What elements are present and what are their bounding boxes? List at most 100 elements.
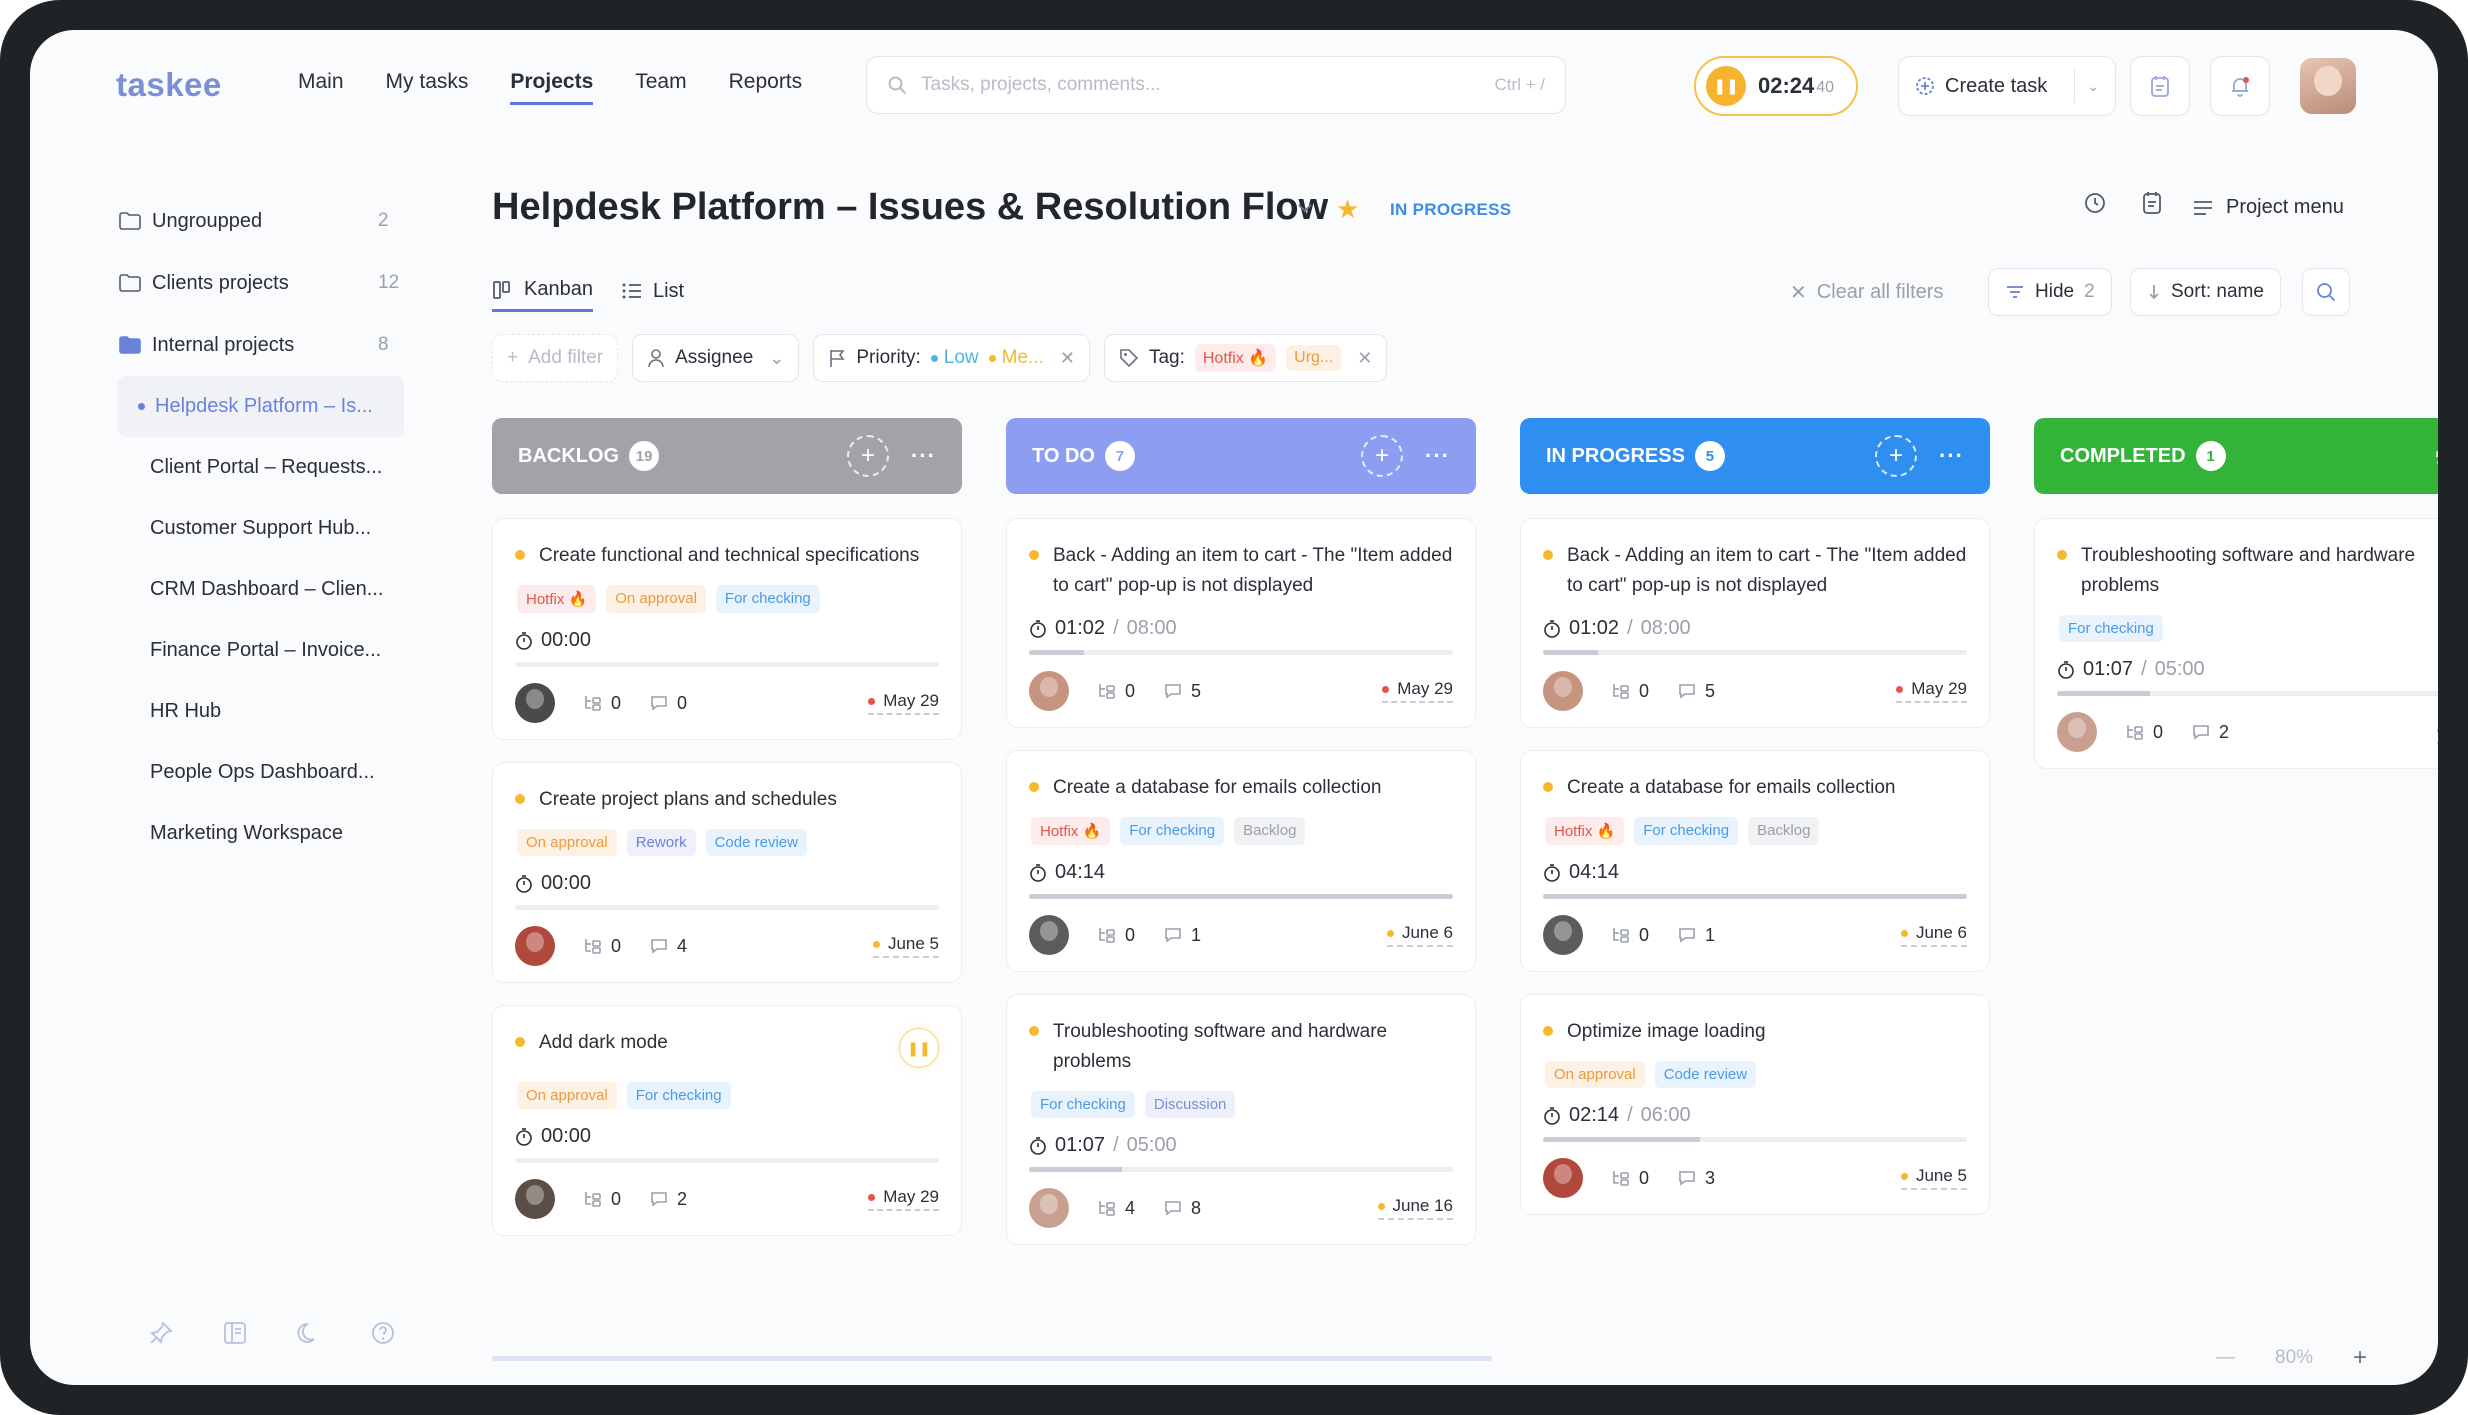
add-task-icon[interactable]: + bbox=[1875, 435, 1918, 477]
clear-filters-button[interactable]: ✕ Clear all filters bbox=[1790, 280, 1943, 305]
notifications-button[interactable] bbox=[2210, 56, 2270, 116]
pause-icon[interactable]: ❚❚ bbox=[1706, 66, 1746, 106]
sidebar-folder[interactable]: Clients projects 12 bbox=[30, 252, 430, 314]
priority-filter[interactable]: Priority: Low Me... ✕ bbox=[813, 334, 1090, 382]
sort-button[interactable]: Sort: name bbox=[2130, 268, 2281, 316]
chevron-down-icon[interactable]: ⌄ bbox=[2074, 69, 2099, 103]
assignee-avatar[interactable] bbox=[515, 683, 555, 723]
search-shortcut: Ctrl + / bbox=[1494, 75, 1545, 94]
card-title[interactable]: Create a database for emails collection bbox=[1053, 773, 1453, 803]
close-icon[interactable]: ✕ bbox=[1357, 348, 1372, 369]
tag-filter[interactable]: Tag: Hotfix 🔥 Urg... ✕ bbox=[1103, 334, 1388, 382]
notes-button[interactable] bbox=[2130, 56, 2190, 116]
app-logo[interactable]: taskee bbox=[116, 66, 222, 104]
card-title[interactable]: Create a database for emails collection bbox=[1567, 773, 1967, 803]
sidebar-project[interactable]: Finance Portal – Invoice... bbox=[30, 620, 430, 681]
due-date[interactable]: May 29 bbox=[1896, 679, 1967, 703]
due-date[interactable]: June 5 bbox=[1900, 1166, 1967, 1190]
task-card[interactable]: Back - Adding an item to cart - The "Ite… bbox=[1520, 518, 1990, 728]
notepad-icon[interactable] bbox=[2140, 190, 2164, 216]
nav-item-team[interactable]: Team bbox=[635, 70, 686, 105]
assignee-avatar[interactable] bbox=[1029, 671, 1069, 711]
tab-list[interactable]: List bbox=[621, 278, 684, 312]
assignee-avatar[interactable] bbox=[515, 926, 555, 966]
due-date[interactable]: June 6 bbox=[1386, 923, 1453, 947]
assignee-avatar[interactable] bbox=[1029, 915, 1069, 955]
assignee-avatar[interactable] bbox=[515, 1179, 555, 1219]
sidebar-project[interactable]: CRM Dashboard – Clien... bbox=[30, 559, 430, 620]
more-options-icon[interactable]: ··· bbox=[911, 443, 936, 469]
assignee-avatar[interactable] bbox=[1543, 915, 1583, 955]
task-card[interactable]: Create project plans and schedules On app… bbox=[492, 762, 962, 983]
card-title[interactable]: Optimize image loading bbox=[1567, 1017, 1967, 1047]
history-icon[interactable] bbox=[2082, 190, 2108, 216]
assignee-avatar[interactable] bbox=[1029, 1188, 1069, 1228]
due-date[interactable]: June 16 bbox=[1377, 1196, 1453, 1220]
add-task-icon[interactable]: + bbox=[847, 435, 890, 477]
project-status[interactable]: IN PROGRESS bbox=[1390, 200, 1511, 220]
task-card[interactable]: Optimize image loading On approval Code re… bbox=[1520, 994, 1990, 1215]
task-card[interactable]: Create functional and technical specific… bbox=[492, 518, 962, 740]
star-icon[interactable]: ★ bbox=[1336, 194, 1359, 225]
chevron-down-icon[interactable] bbox=[1296, 202, 1314, 214]
help-icon[interactable] bbox=[370, 1320, 396, 1346]
due-date[interactable]: May 29 bbox=[868, 1187, 939, 1211]
tab-kanban[interactable]: Kanban bbox=[492, 278, 593, 312]
add-task-icon[interactable]: + bbox=[1361, 435, 1404, 477]
add-filter-button[interactable]: + Add filter bbox=[492, 334, 619, 382]
card-title[interactable]: Add dark mode bbox=[539, 1028, 885, 1058]
board-search-button[interactable] bbox=[2302, 268, 2350, 316]
layout-icon[interactable] bbox=[222, 1320, 248, 1346]
assignee-avatar[interactable] bbox=[2057, 712, 2097, 752]
project-menu-button[interactable]: Project menu bbox=[2192, 196, 2344, 219]
sidebar-project[interactable]: People Ops Dashboard... bbox=[30, 742, 430, 803]
card-title[interactable]: Back - Adding an item to cart - The "Ite… bbox=[1053, 541, 1453, 601]
due-date[interactable]: June 6 bbox=[1900, 923, 1967, 947]
sidebar-project[interactable]: Client Portal – Requests... bbox=[30, 437, 430, 498]
card-title[interactable]: Create functional and technical specific… bbox=[539, 541, 939, 571]
sidebar-folder[interactable]: Internal projects 8 bbox=[30, 314, 430, 376]
due-date[interactable]: June 5 bbox=[872, 934, 939, 958]
zoom-in-button[interactable]: + bbox=[2353, 1344, 2367, 1372]
assignee-filter[interactable]: Assignee ⌄ bbox=[632, 334, 800, 382]
global-search[interactable]: Tasks, projects, comments... Ctrl + / bbox=[866, 56, 1566, 114]
card-title[interactable]: Troubleshooting software and hardware pr… bbox=[1053, 1017, 1453, 1077]
pin-icon[interactable] bbox=[148, 1320, 174, 1346]
task-card[interactable]: Troubleshooting software and hardware pr… bbox=[1006, 994, 1476, 1245]
sidebar-project[interactable]: HR Hub bbox=[30, 681, 430, 742]
nav-item-my-tasks[interactable]: My tasks bbox=[386, 70, 469, 105]
active-timer[interactable]: ❚❚ 02:24 40 bbox=[1694, 56, 1858, 116]
task-card[interactable]: Back - Adding an item to cart - The "Ite… bbox=[1006, 518, 1476, 728]
horizontal-scrollbar[interactable] bbox=[492, 1356, 1492, 1361]
nav-item-reports[interactable]: Reports bbox=[729, 70, 803, 105]
create-task-button[interactable]: Create task ⌄ bbox=[1898, 56, 2116, 116]
card-title[interactable]: Troubleshooting software and hardware pr… bbox=[2081, 541, 2438, 601]
task-card[interactable]: Add dark mode ❚❚ On approval For checking 00… bbox=[492, 1005, 962, 1236]
card-title[interactable]: Back - Adding an item to cart - The "Ite… bbox=[1567, 541, 1967, 601]
task-card[interactable]: Create a database for emails collection H… bbox=[1006, 750, 1476, 972]
add-task-icon[interactable]: + bbox=[2436, 435, 2438, 477]
sidebar-project[interactable]: Helpdesk Platform – Is... bbox=[118, 376, 404, 437]
moon-icon[interactable] bbox=[296, 1320, 322, 1346]
task-card[interactable]: Troubleshooting software and hardware pr… bbox=[2034, 518, 2438, 769]
sidebar-folder[interactable]: Ungroupped 2 bbox=[30, 190, 430, 252]
task-card[interactable]: Create a database for emails collection H… bbox=[1520, 750, 1990, 972]
close-icon[interactable]: ✕ bbox=[1060, 348, 1075, 369]
project-label: Marketing Workspace bbox=[150, 822, 344, 844]
hide-button[interactable]: Hide 2 bbox=[1988, 268, 2112, 316]
due-date[interactable]: May 29 bbox=[1382, 679, 1453, 703]
due-date[interactable]: May 29 bbox=[868, 691, 939, 715]
user-avatar[interactable] bbox=[2300, 58, 2356, 114]
assignee-avatar[interactable] bbox=[1543, 671, 1583, 711]
nav-item-projects[interactable]: Projects bbox=[510, 70, 594, 105]
more-options-icon[interactable]: ··· bbox=[1425, 443, 1450, 469]
sidebar-project[interactable]: Marketing Workspace bbox=[30, 803, 430, 864]
zoom-out-button[interactable]: — bbox=[2216, 1347, 2235, 1369]
pause-icon[interactable]: ❚❚ bbox=[899, 1028, 939, 1068]
card-title[interactable]: Create project plans and schedules bbox=[539, 785, 939, 815]
due-date[interactable]: Mar bbox=[2436, 720, 2438, 744]
assignee-avatar[interactable] bbox=[1543, 1158, 1583, 1198]
sidebar-project[interactable]: Customer Support Hub... bbox=[30, 498, 430, 559]
nav-item-main[interactable]: Main bbox=[298, 70, 344, 105]
more-options-icon[interactable]: ··· bbox=[1939, 443, 1964, 469]
